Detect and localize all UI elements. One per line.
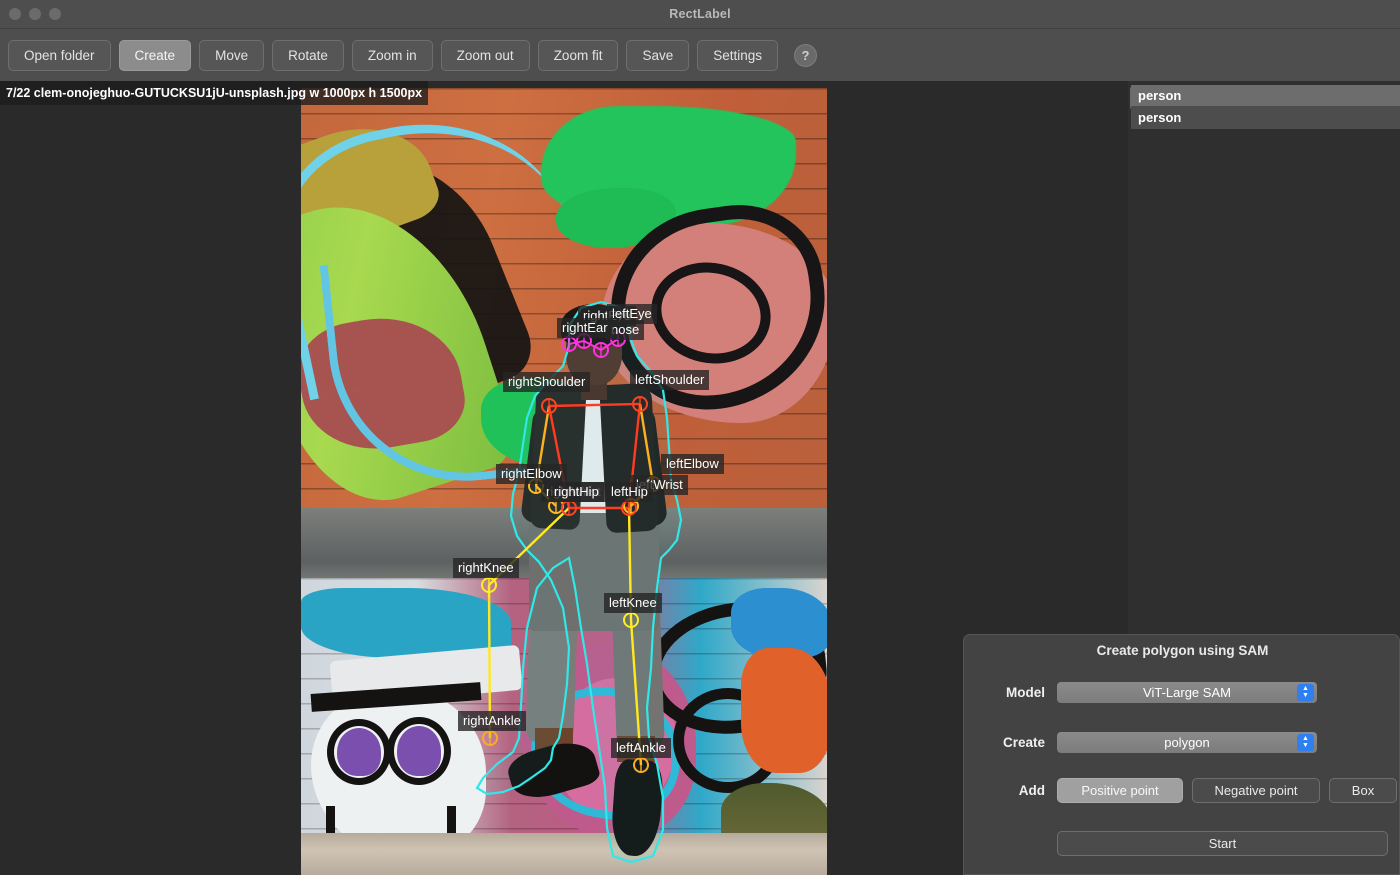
image-canvas-area[interactable]: 7/22 clem-onojeghuo-GUTUCKSU1jU-unsplash… (0, 81, 1128, 875)
save-button[interactable]: Save (626, 40, 689, 71)
keypoint-label-rightKnee: rightKnee (453, 558, 519, 578)
keypoint-label-layer: rightEyeleftEyenoserightEarrightShoulder… (301, 88, 827, 875)
sam-model-row: Model ViT-Large SAM ▲▼ (964, 682, 1400, 703)
sam-add-button-group: Positive point Negative point Box (1057, 778, 1397, 803)
rotate-button[interactable]: Rotate (272, 40, 344, 71)
list-item[interactable]: person (1131, 85, 1400, 107)
sam-start-button[interactable]: Start (1057, 831, 1388, 856)
keypoint-label-rightHip: rightHip (549, 482, 604, 502)
create-button[interactable]: Create (119, 40, 192, 71)
sam-model-select[interactable]: ViT-Large SAM ▲▼ (1057, 682, 1317, 703)
sam-add-label: Add (964, 783, 1057, 798)
keypoint-label-leftKnee: leftKnee (604, 593, 662, 613)
keypoint-label-leftHip: leftHip (606, 482, 653, 502)
zoom-in-button[interactable]: Zoom in (352, 40, 433, 71)
sam-create-value: polygon (1164, 735, 1210, 750)
keypoint-label-leftShoulder: leftShoulder (630, 370, 709, 390)
open-folder-button[interactable]: Open folder (8, 40, 111, 71)
settings-button[interactable]: Settings (697, 40, 778, 71)
sam-add-row: Add Positive point Negative point Box (964, 778, 1400, 803)
filename-status-bar: 7/22 clem-onojeghuo-GUTUCKSU1jU-unsplash… (0, 81, 428, 105)
sam-add-positive-point-button[interactable]: Positive point (1057, 778, 1183, 803)
keypoint-label-leftAnkle: leftAnkle (611, 738, 671, 758)
keypoint-label-rightElbow: rightElbow (496, 464, 567, 484)
title-bar: RectLabel (0, 0, 1400, 29)
keypoint-label-rightShoulder: rightShoulder (503, 372, 590, 392)
sam-create-select[interactable]: polygon ▲▼ (1057, 732, 1317, 753)
sam-panel-title: Create polygon using SAM (964, 643, 1400, 658)
window-title: RectLabel (0, 0, 1400, 29)
sam-model-label: Model (964, 685, 1057, 700)
sam-add-box-button[interactable]: Box (1329, 778, 1397, 803)
zoom-fit-button[interactable]: Zoom fit (538, 40, 619, 71)
sam-create-row: Create polygon ▲▼ (964, 732, 1400, 753)
chevron-updown-icon[interactable]: ▲▼ (1297, 684, 1314, 701)
sam-add-negative-point-button[interactable]: Negative point (1192, 778, 1320, 803)
rectlabel-window: RectLabel Open folderCreateMoveRotateZoo… (0, 0, 1400, 875)
list-item[interactable]: person (1131, 107, 1400, 129)
move-button[interactable]: Move (199, 40, 264, 71)
toolbar-button-group: Open folder CreateMove Rotate Zoom in Zoom o… (8, 40, 778, 71)
sam-panel: Create polygon using SAM Model ViT-Large… (963, 634, 1400, 875)
label-list[interactable]: personperson (1131, 85, 1400, 129)
sam-create-label: Create (964, 735, 1057, 750)
image-stage[interactable]: rightEyeleftEyenoserightEarrightShoulder… (301, 88, 827, 875)
keypoint-label-leftElbow: leftElbow (661, 454, 724, 474)
main-toolbar: Open folder CreateMove Rotate Zoom in Zoom o… (0, 29, 1400, 81)
help-icon[interactable]: ? (794, 44, 817, 67)
zoom-out-button[interactable]: Zoom out (441, 40, 530, 71)
keypoint-label-rightAnkle: rightAnkle (458, 711, 526, 731)
sam-model-value: ViT-Large SAM (1143, 685, 1231, 700)
chevron-updown-icon[interactable]: ▲▼ (1297, 734, 1314, 751)
keypoint-label-rightEar: rightEar (557, 318, 613, 338)
